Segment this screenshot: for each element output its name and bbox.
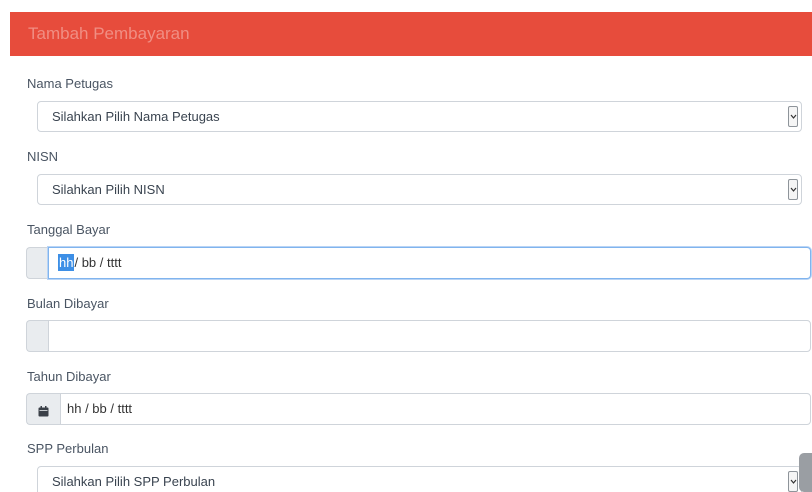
- tanggal-bayar-value: hh/ bb / tttt: [58, 248, 121, 278]
- bulan-dibayar-input[interactable]: [48, 320, 811, 352]
- tahun-dibayar-addon: [26, 393, 60, 425]
- bulan-dibayar-group: [26, 320, 811, 352]
- tanggal-bayar-label: Tanggal Bayar: [27, 222, 111, 237]
- tahun-dibayar-label: Tahun Dibayar: [27, 369, 111, 384]
- form-header: Tambah Pembayaran: [10, 12, 812, 56]
- tanggal-bayar-group: hh/ bb / tttt: [26, 247, 811, 279]
- nama-petugas-label: Nama Petugas: [27, 76, 113, 91]
- nama-petugas-selected: Silahkan Pilih Nama Petugas: [52, 109, 220, 124]
- tanggal-bayar-input[interactable]: hh/ bb / tttt: [48, 247, 811, 279]
- tahun-dibayar-input[interactable]: hh / bb / tttt: [60, 393, 811, 425]
- bulan-dibayar-addon: [26, 320, 48, 352]
- chevron-down-icon[interactable]: [788, 106, 798, 127]
- spp-perbulan-label: SPP Perbulan: [27, 441, 109, 456]
- spp-perbulan-selected: Silahkan Pilih SPP Perbulan: [52, 474, 216, 489]
- chevron-down-icon[interactable]: [788, 471, 798, 492]
- chevron-down-icon[interactable]: [788, 179, 798, 200]
- tahun-dibayar-group: hh / bb / tttt: [26, 393, 811, 425]
- nama-petugas-select[interactable]: Silahkan Pilih Nama Petugas: [37, 101, 802, 132]
- calendar-icon: [38, 404, 49, 422]
- nisn-label: NISN: [27, 149, 59, 164]
- spp-perbulan-select[interactable]: Silahkan Pilih SPP Perbulan: [37, 466, 802, 492]
- bulan-dibayar-label: Bulan Dibayar: [27, 296, 109, 311]
- date-day-segment[interactable]: hh: [58, 254, 75, 271]
- nisn-select[interactable]: Silahkan Pilih NISN: [37, 174, 802, 205]
- scrollbar-thumb[interactable]: [799, 453, 812, 492]
- nisn-selected: Silahkan Pilih NISN: [52, 182, 165, 197]
- tambah-pembayaran-page: Tambah Pembayaran Nama Petugas Silahkan …: [0, 0, 812, 492]
- tahun-dibayar-value: hh / bb / tttt: [67, 401, 133, 416]
- tanggal-bayar-addon: [26, 247, 48, 279]
- date-rest-segments[interactable]: / bb / tttt: [74, 255, 121, 270]
- form-title: Tambah Pembayaran: [28, 24, 190, 43]
